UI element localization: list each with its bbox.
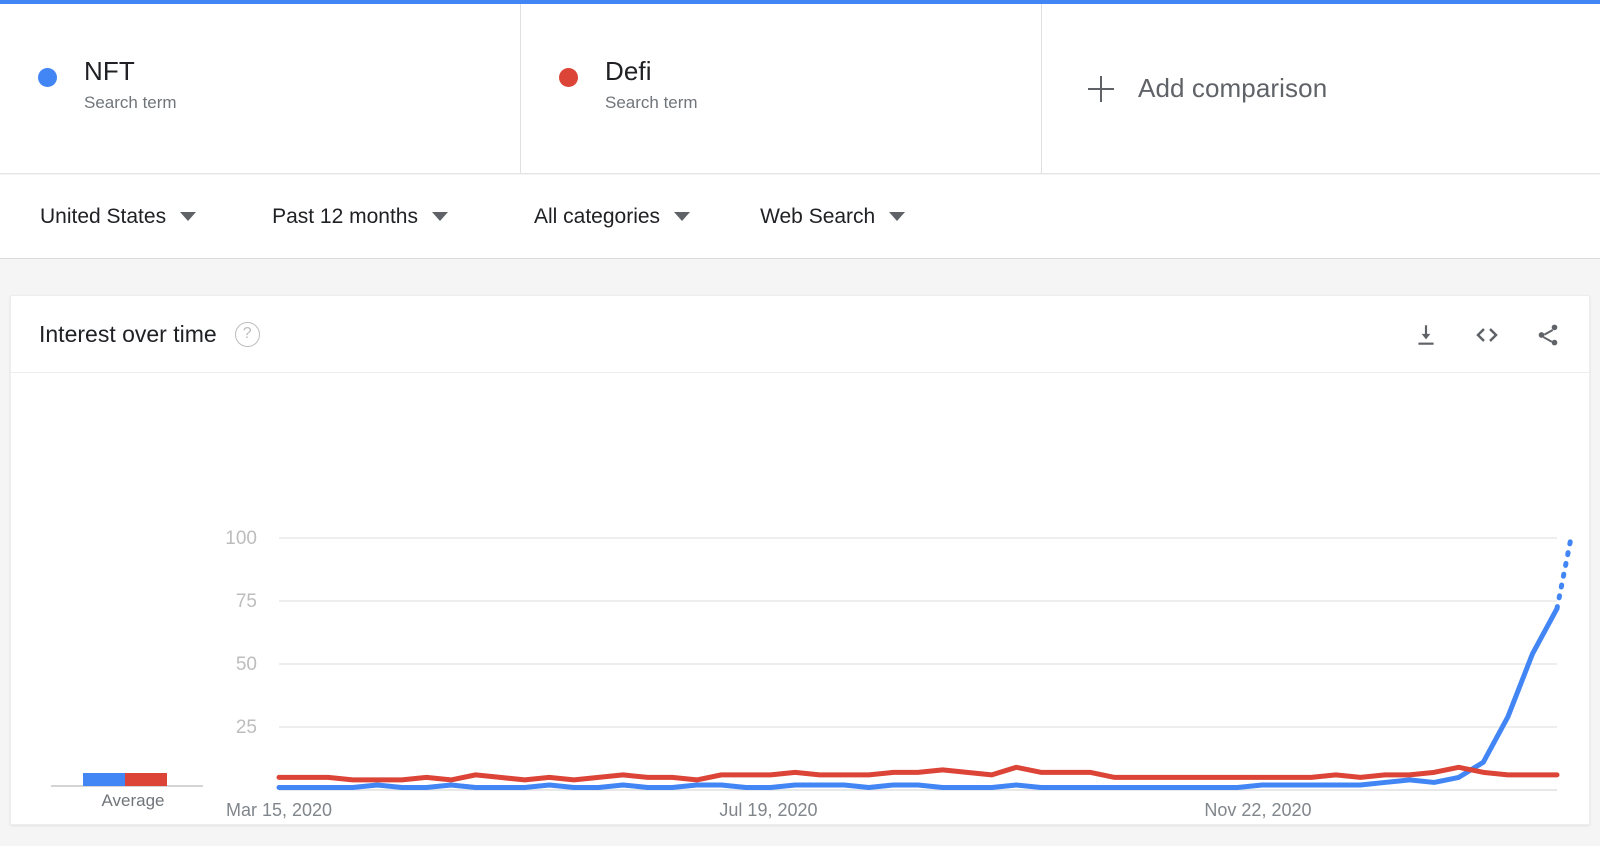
- filters-row: United States Past 12 months All categor…: [0, 175, 1600, 259]
- search-terms-row: NFT Search term Defi Search term Add com…: [0, 4, 1600, 174]
- chevron-down-icon: [180, 212, 196, 221]
- google-trends-page: NFT Search term Defi Search term Add com…: [0, 0, 1600, 846]
- search-term-type: Search term: [605, 92, 1041, 114]
- y-axis-tick-label: 75: [236, 591, 257, 612]
- plus-icon: [1088, 76, 1114, 102]
- y-axis-tick-label: 100: [225, 528, 257, 549]
- embed-icon[interactable]: [1473, 322, 1501, 348]
- series-line-defi: [279, 767, 1557, 780]
- filter-category-label: All categories: [534, 205, 660, 229]
- interest-over-time-chart[interactable]: 100 75 50 25 Mar 15, 2020 Jul 19, 2020 Nov 22,…: [11, 373, 1589, 823]
- search-term-label: Defi: [605, 56, 1041, 86]
- average-label: Average: [73, 791, 193, 811]
- series-color-dot-nft: [38, 68, 57, 87]
- series-color-dot-defi: [559, 68, 578, 87]
- average-bar-defi: [125, 773, 167, 786]
- y-axis-tick-label: 25: [236, 717, 257, 738]
- help-icon[interactable]: ?: [235, 322, 260, 347]
- search-term-card-1[interactable]: Defi Search term: [521, 4, 1042, 173]
- add-comparison-button[interactable]: Add comparison: [1042, 4, 1600, 173]
- filter-search-type-label: Web Search: [760, 205, 875, 229]
- chart-plot-area: 100 75 50 25 Mar 15, 2020 Jul 19, 2020 Nov 22,…: [11, 373, 1589, 823]
- search-term-label: NFT: [84, 56, 520, 86]
- chevron-down-icon: [674, 212, 690, 221]
- share-icon[interactable]: [1535, 322, 1561, 348]
- series-line-nft: [279, 609, 1557, 788]
- filter-search-type[interactable]: Web Search: [760, 175, 905, 258]
- x-axis-tick-label: Mar 15, 2020: [226, 800, 332, 820]
- search-term-type: Search term: [84, 92, 520, 114]
- filter-time-range[interactable]: Past 12 months: [272, 175, 448, 258]
- filter-location-label: United States: [40, 205, 166, 229]
- interest-over-time-card: Interest over time ?: [10, 295, 1590, 825]
- series-forecast-nft: [1557, 538, 1571, 609]
- x-axis-tick-label: Nov 22, 2020: [1204, 800, 1311, 820]
- x-axis-tick-label: Jul 19, 2020: [719, 800, 817, 820]
- download-icon[interactable]: [1413, 322, 1439, 348]
- filter-category[interactable]: All categories: [534, 175, 690, 258]
- filter-location[interactable]: United States: [40, 175, 196, 258]
- add-comparison-label: Add comparison: [1138, 73, 1327, 104]
- card-header: Interest over time ?: [11, 296, 1589, 373]
- chevron-down-icon: [432, 212, 448, 221]
- average-bar-nft: [83, 773, 125, 786]
- search-term-card-0[interactable]: NFT Search term: [0, 4, 521, 173]
- filter-time-range-label: Past 12 months: [272, 205, 418, 229]
- card-actions: [1413, 296, 1561, 373]
- page-title: Interest over time: [39, 321, 217, 348]
- chevron-down-icon: [889, 212, 905, 221]
- y-axis-tick-label: 50: [236, 654, 257, 675]
